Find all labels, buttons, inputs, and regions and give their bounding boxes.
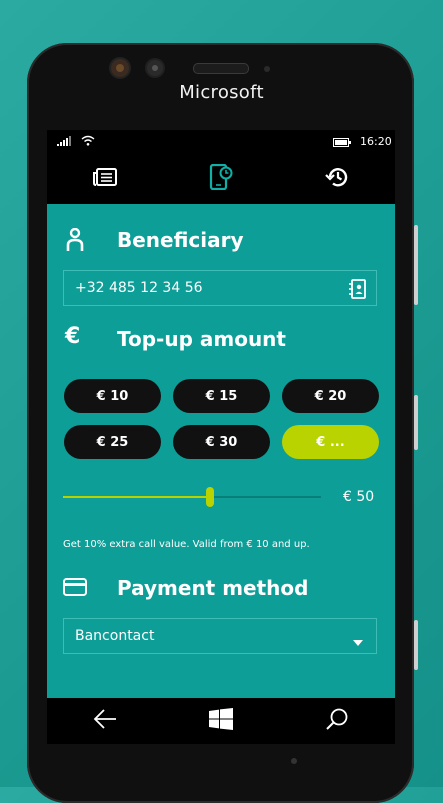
payment-method-select[interactable]: Bancontact	[63, 618, 377, 654]
proximity-sensor	[264, 66, 270, 72]
amount-10-button[interactable]: € 10	[64, 379, 161, 413]
amount-custom-button[interactable]: € ...	[282, 425, 379, 459]
person-icon	[65, 227, 85, 256]
euro-icon: €	[65, 324, 81, 349]
tab-history[interactable]	[279, 154, 395, 204]
payment-title: Payment method	[117, 576, 309, 600]
iris-sensor	[147, 60, 163, 76]
camera-button	[414, 620, 418, 670]
start-button[interactable]	[163, 698, 279, 744]
home-dot	[291, 758, 297, 764]
status-bar: 16:20	[47, 130, 395, 154]
phone-topup-icon	[209, 163, 233, 194]
history-icon	[325, 166, 349, 192]
device-brand: Microsoft	[179, 82, 264, 103]
search-icon	[326, 708, 348, 734]
chevron-down-icon	[353, 634, 363, 650]
earpiece-speaker	[193, 63, 249, 74]
slider-fill	[63, 496, 210, 498]
power-button	[414, 395, 418, 450]
credit-card-icon	[63, 578, 87, 600]
back-arrow-icon	[93, 709, 117, 733]
system-nav-bar	[47, 698, 395, 744]
status-time: 16:20	[360, 135, 392, 148]
screen: 16:20 Beneficiary +32 485 12 34 56 € Top…	[47, 130, 395, 744]
back-button[interactable]	[47, 698, 163, 744]
amount-slider[interactable]	[63, 487, 321, 507]
tab-topup[interactable]	[163, 154, 279, 204]
windows-logo-icon	[209, 708, 233, 734]
payment-method-value: Bancontact	[75, 628, 155, 644]
beneficiary-phone-input[interactable]: +32 485 12 34 56	[63, 270, 377, 306]
battery-icon	[333, 137, 351, 150]
promo-text: Get 10% extra call value. Valid from € 1…	[63, 539, 310, 550]
amount-30-button[interactable]: € 30	[173, 425, 270, 459]
amount-15-button[interactable]: € 15	[173, 379, 270, 413]
beneficiary-title: Beneficiary	[117, 228, 244, 252]
wifi-icon	[81, 135, 95, 149]
front-camera	[111, 59, 129, 77]
app-tab-bar	[47, 154, 395, 204]
slider-value: € 50	[343, 489, 375, 505]
contacts-icon[interactable]	[348, 279, 366, 303]
amount-25-button[interactable]: € 25	[64, 425, 161, 459]
volume-button	[414, 225, 418, 305]
topup-form: Beneficiary +32 485 12 34 56 € Top-up am…	[47, 204, 395, 698]
amount-20-button[interactable]: € 20	[282, 379, 379, 413]
topup-title: Top-up amount	[117, 327, 286, 351]
tab-news[interactable]	[47, 154, 163, 204]
beneficiary-phone-value: +32 485 12 34 56	[75, 280, 203, 296]
search-button[interactable]	[279, 698, 395, 744]
news-icon	[93, 168, 117, 190]
slider-thumb[interactable]	[206, 487, 214, 507]
signal-icon	[57, 136, 71, 149]
